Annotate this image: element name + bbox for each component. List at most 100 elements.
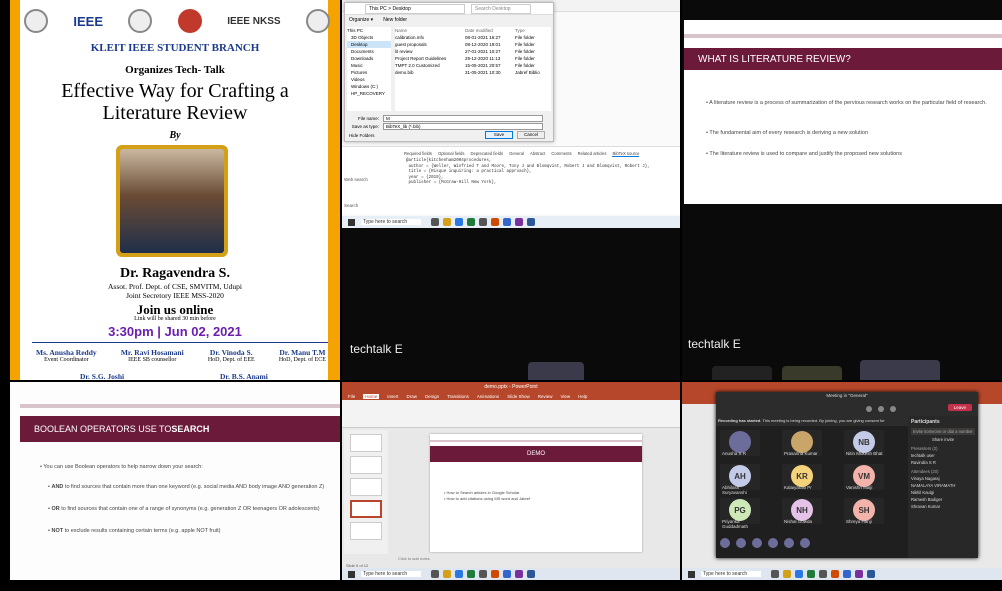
file-row[interactable]: guest proposals 08-12-2020 19:01 File fold…: [395, 41, 551, 48]
invite-input[interactable]: Invite someone or dial a number: [911, 428, 975, 435]
meeting-toolbar: Leave: [716, 400, 978, 416]
avatar: [729, 431, 751, 453]
attendees-header[interactable]: Attendees (20): [911, 469, 975, 474]
avatar: NH: [791, 499, 813, 521]
avatar[interactable]: [784, 538, 794, 548]
avatar[interactable]: [736, 538, 746, 548]
share-invite-button[interactable]: Share invite: [911, 437, 975, 442]
screen-share-explorer: This PC > Desktop Search Desktop Organiz…: [342, 0, 680, 380]
nav-item[interactable]: Videos: [347, 76, 391, 83]
nav-item[interactable]: 3D Objects: [347, 34, 391, 41]
slide-thumbnail[interactable]: [350, 434, 382, 452]
video-tile: [528, 362, 584, 380]
taskbar-search[interactable]: Type here to search: [701, 571, 761, 577]
tab-comments[interactable]: Comments: [551, 151, 571, 157]
camera-icon[interactable]: [866, 406, 872, 412]
participant-entry[interactable]: Shravan Kumar: [911, 504, 975, 509]
new-folder-button[interactable]: New folder: [383, 17, 407, 23]
tab-optional-fields[interactable]: Optional fields: [438, 151, 465, 157]
coordinator: Ms. Anusha Reddy Event Coordinator: [36, 348, 97, 363]
tab-bibtex-source[interactable]: BibTeX source: [612, 151, 640, 157]
menu-view[interactable]: View: [560, 394, 570, 399]
participant-entry[interactable]: Ravindra S R: [911, 460, 975, 465]
taskbar-search[interactable]: Type here to search: [361, 571, 421, 577]
poster-logos: IEEE IEEE NKSS: [24, 6, 330, 36]
avatar[interactable]: [752, 538, 762, 548]
participant-tile[interactable]: PG Priyanka Guddadmath: [720, 498, 760, 529]
hide-folders-toggle[interactable]: Hide Folders: [349, 133, 375, 138]
tab-related-articles[interactable]: Related articles: [578, 151, 607, 157]
slide-thumbnail[interactable]: [350, 456, 382, 474]
tab-abstract[interactable]: Abstract: [530, 151, 545, 157]
tab-general[interactable]: General: [509, 151, 524, 157]
savetype-select[interactable]: BibTeX_lib (*.bib): [383, 123, 543, 130]
nav-item[interactable]: HP_RECOVERY: [347, 90, 391, 97]
breadcrumb[interactable]: This PC > Desktop: [365, 3, 465, 14]
branch-name: KLEIT IEEE STUDENT BRANCH: [90, 42, 260, 54]
participant-entry[interactable]: Vinaya Nagaraj: [911, 476, 975, 481]
tab-deprecated-fields[interactable]: Deprecated fields: [470, 151, 503, 157]
nav-item[interactable]: Documents: [347, 48, 391, 55]
menu-animations[interactable]: Animations: [477, 394, 499, 399]
menu-file[interactable]: File: [348, 394, 355, 399]
file-row[interactable]: demo.bib 31-05-2021 10:30 Jabref Biblio: [395, 69, 551, 76]
participant-tile[interactable]: NB Nitin Mukesh Bhat: [844, 430, 884, 456]
file-row[interactable]: Project Report Guidelines 29-12-2020 11:1…: [395, 55, 551, 62]
menu-review[interactable]: Review: [538, 394, 553, 399]
avatar[interactable]: [720, 538, 730, 548]
participant-tile[interactable]: NH Nishal Gowda: [782, 498, 822, 524]
taskbar-search[interactable]: Type here to search: [361, 219, 421, 225]
menu-insert[interactable]: Insert: [387, 394, 398, 399]
nav-item[interactable]: This PC: [347, 27, 391, 34]
search-field[interactable]: Search: [344, 203, 358, 208]
participant-tile[interactable]: Anusha S R: [720, 430, 760, 456]
poster-border-right: [328, 0, 340, 380]
participant-tile[interactable]: Prasanna Kumar: [782, 430, 822, 456]
demo-slide[interactable]: DEMO • How to Search articles in Google …: [430, 434, 642, 552]
participant-entry[interactable]: Nikhil Kaulgi: [911, 490, 975, 495]
mic-icon[interactable]: [878, 406, 884, 412]
leave-button[interactable]: Leave: [947, 404, 972, 411]
cancel-button[interactable]: Cancel: [517, 131, 545, 139]
ppt-ribbon: [342, 400, 680, 428]
windows-icon[interactable]: [348, 570, 355, 578]
nav-item[interactable]: Downloads: [347, 55, 391, 62]
menu-design[interactable]: Design: [425, 394, 439, 399]
participant-tile[interactable]: SH Shreya Hanji: [844, 498, 884, 524]
coordinator: Dr. Manu T.M HoD, Dept. of ECE: [278, 348, 326, 363]
organize-button[interactable]: Organize ▾: [349, 17, 373, 23]
tab-required-fields[interactable]: Required fields: [404, 151, 432, 157]
windows-icon[interactable]: [348, 218, 355, 226]
menu-home[interactable]: Home: [363, 393, 380, 399]
participant-entry[interactable]: NAMALAYA VIRAMATH: [911, 483, 975, 488]
slide-thumbnail[interactable]: [350, 522, 382, 540]
notes-pane[interactable]: Click to add notes: [398, 556, 430, 561]
file-row[interactable]: TMPT 2.0 Customized 15-05-2021 20:57 File …: [395, 62, 551, 69]
share-icon[interactable]: [890, 406, 896, 412]
participant-entry[interactable]: techtalk user: [911, 453, 975, 458]
file-row[interactable]: lit review 27-01-2021 10:27 File folder: [395, 48, 551, 55]
avatar[interactable]: [800, 538, 810, 548]
participant-tile[interactable]: KR Kalaiyarasi Pr: [782, 464, 822, 490]
participant-tile[interactable]: VM Vanishri Malji: [844, 464, 884, 490]
menu-transitions[interactable]: Transitions: [447, 394, 469, 399]
save-button[interactable]: Save: [485, 131, 513, 139]
search-input[interactable]: Search Desktop: [471, 3, 531, 14]
file-row[interactable]: calibration.mfx 08-01-2021 16:27 File fold…: [395, 34, 551, 41]
nav-item[interactable]: Windows (C:): [347, 83, 391, 90]
bibtex-source[interactable]: @article{kitchenham2004procedures, autho…: [406, 159, 676, 187]
participant-tile[interactable]: AH Abhilash Suryavanshi: [720, 464, 760, 495]
slide-thumbnail[interactable]: [350, 478, 382, 496]
filename-input[interactable]: M: [383, 115, 543, 122]
presenters-header[interactable]: Presenters (2): [911, 446, 975, 451]
avatar[interactable]: [768, 538, 778, 548]
nav-item[interactable]: Desktop: [347, 41, 391, 48]
participant-entry[interactable]: Ramesh Badiger: [911, 497, 975, 502]
nav-item[interactable]: Music: [347, 62, 391, 69]
slide-thumbnail-active[interactable]: [350, 500, 382, 518]
windows-icon[interactable]: [688, 570, 695, 578]
menu-slideshow[interactable]: Slide Show: [507, 394, 530, 399]
nav-item[interactable]: Pictures: [347, 69, 391, 76]
menu-draw[interactable]: Draw: [407, 394, 418, 399]
menu-help[interactable]: Help: [578, 394, 587, 399]
